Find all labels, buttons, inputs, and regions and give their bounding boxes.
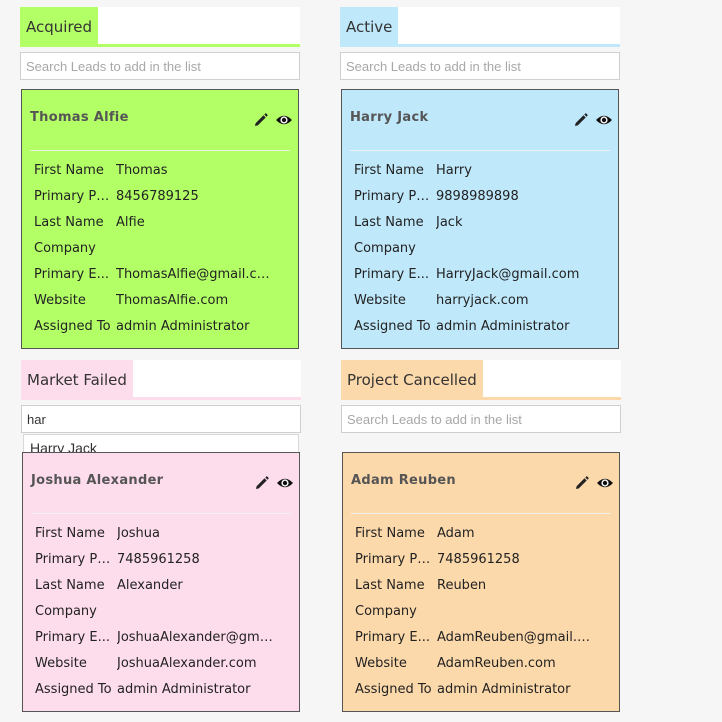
field-assigned-to: Assigned To admin Administrator — [34, 319, 250, 334]
field-website: Website harryjack.com — [354, 293, 529, 308]
lead-name: Joshua Alexander — [31, 473, 164, 488]
search-leads-input[interactable] — [21, 405, 301, 433]
field-company: Company — [354, 241, 416, 256]
eye-icon[interactable] — [595, 112, 612, 128]
pencil-icon[interactable] — [574, 475, 590, 491]
column-project-cancelled: Project Cancelled — [341, 360, 621, 433]
card-divider — [350, 150, 610, 151]
lead-fields: First Name Thomas Primary Ph... 8456789125… — [34, 162, 292, 344]
lead-name: Harry Jack — [350, 110, 429, 125]
lead-card[interactable]: Thomas Alfie First Name Thomas Primary Ph… — [21, 89, 299, 349]
field-assigned-to: Assigned To admin Administrator — [355, 682, 571, 697]
column-title: Active — [340, 7, 399, 47]
field-company: Company — [355, 604, 417, 619]
field-primary-email: Primary E... AdamReuben@gmail.com — [355, 630, 605, 645]
lead-card[interactable]: Harry Jack First Name Harry Primary Ph...… — [341, 89, 619, 349]
card-divider — [30, 150, 290, 151]
lead-name: Thomas Alfie — [30, 110, 129, 125]
column-header: Market Failed — [21, 360, 301, 400]
column-market-failed: Market Failed Harry Jack — [21, 360, 301, 462]
field-website: Website ThomasAlfie.com — [34, 293, 229, 308]
lead-card[interactable]: Adam Reuben First Name Adam Primary Ph...… — [342, 452, 620, 712]
field-company: Company — [35, 604, 97, 619]
card-divider — [351, 513, 611, 514]
lead-name: Adam Reuben — [351, 473, 456, 488]
column-title: Project Cancelled — [341, 360, 483, 400]
field-first-name: First Name Joshua — [35, 526, 161, 541]
field-assigned-to: Assigned To admin Administrator — [35, 682, 251, 697]
field-assigned-to: Assigned To admin Administrator — [354, 319, 570, 334]
pencil-icon[interactable] — [573, 112, 589, 128]
pencil-icon[interactable] — [254, 475, 270, 491]
eye-icon[interactable] — [276, 475, 293, 491]
field-first-name: First Name Adam — [355, 526, 475, 541]
column-underline — [20, 44, 300, 47]
field-primary-phone: Primary Ph... 9898989898 — [354, 189, 519, 204]
eye-icon[interactable] — [596, 475, 613, 491]
column-active: Active — [340, 7, 620, 80]
field-company: Company — [34, 241, 96, 256]
column-underline — [341, 397, 621, 400]
search-leads-input[interactable] — [341, 405, 621, 433]
field-last-name: Last Name Alfie — [34, 215, 145, 230]
column-acquired: Acquired — [20, 7, 300, 80]
field-primary-phone: Primary Ph... 8456789125 — [34, 189, 199, 204]
field-last-name: Last Name Reuben — [355, 578, 487, 593]
lead-fields: First Name Joshua Primary Ph... 7485961258… — [35, 525, 293, 707]
column-title: Market Failed — [21, 360, 133, 400]
lead-fields: First Name Adam Primary Ph... 7485961258 L… — [355, 525, 613, 707]
column-underline — [340, 44, 620, 47]
lead-card[interactable]: Joshua Alexander First Name Joshua Primar… — [22, 452, 300, 712]
field-primary-phone: Primary Ph... 7485961258 — [355, 552, 520, 567]
column-header: Active — [340, 7, 620, 47]
field-first-name: First Name Harry — [354, 163, 472, 178]
eye-icon[interactable] — [275, 112, 292, 128]
field-website: Website JoshuaAlexander.com — [35, 656, 257, 671]
pencil-icon[interactable] — [253, 112, 269, 128]
field-website: Website AdamReuben.com — [355, 656, 556, 671]
column-header: Acquired — [20, 7, 300, 47]
field-primary-email: Primary E... ThomasAlfie@gmail.com — [34, 267, 278, 282]
field-last-name: Last Name Jack — [354, 215, 463, 230]
field-last-name: Last Name Alexander — [35, 578, 183, 593]
search-leads-input[interactable] — [20, 52, 300, 80]
field-primary-phone: Primary Ph... 7485961258 — [35, 552, 200, 567]
column-header: Project Cancelled — [341, 360, 621, 400]
field-primary-email: Primary E... HarryJack@gmail.com — [354, 267, 580, 282]
lead-fields: First Name Harry Primary Ph... 9898989898 … — [354, 162, 612, 344]
column-title: Acquired — [20, 7, 99, 47]
field-first-name: First Name Thomas — [34, 163, 168, 178]
field-primary-email: Primary E... JoshuaAlexander@gmail.com — [35, 630, 293, 645]
column-underline — [21, 397, 301, 400]
search-leads-input[interactable] — [340, 52, 620, 80]
card-divider — [31, 513, 291, 514]
